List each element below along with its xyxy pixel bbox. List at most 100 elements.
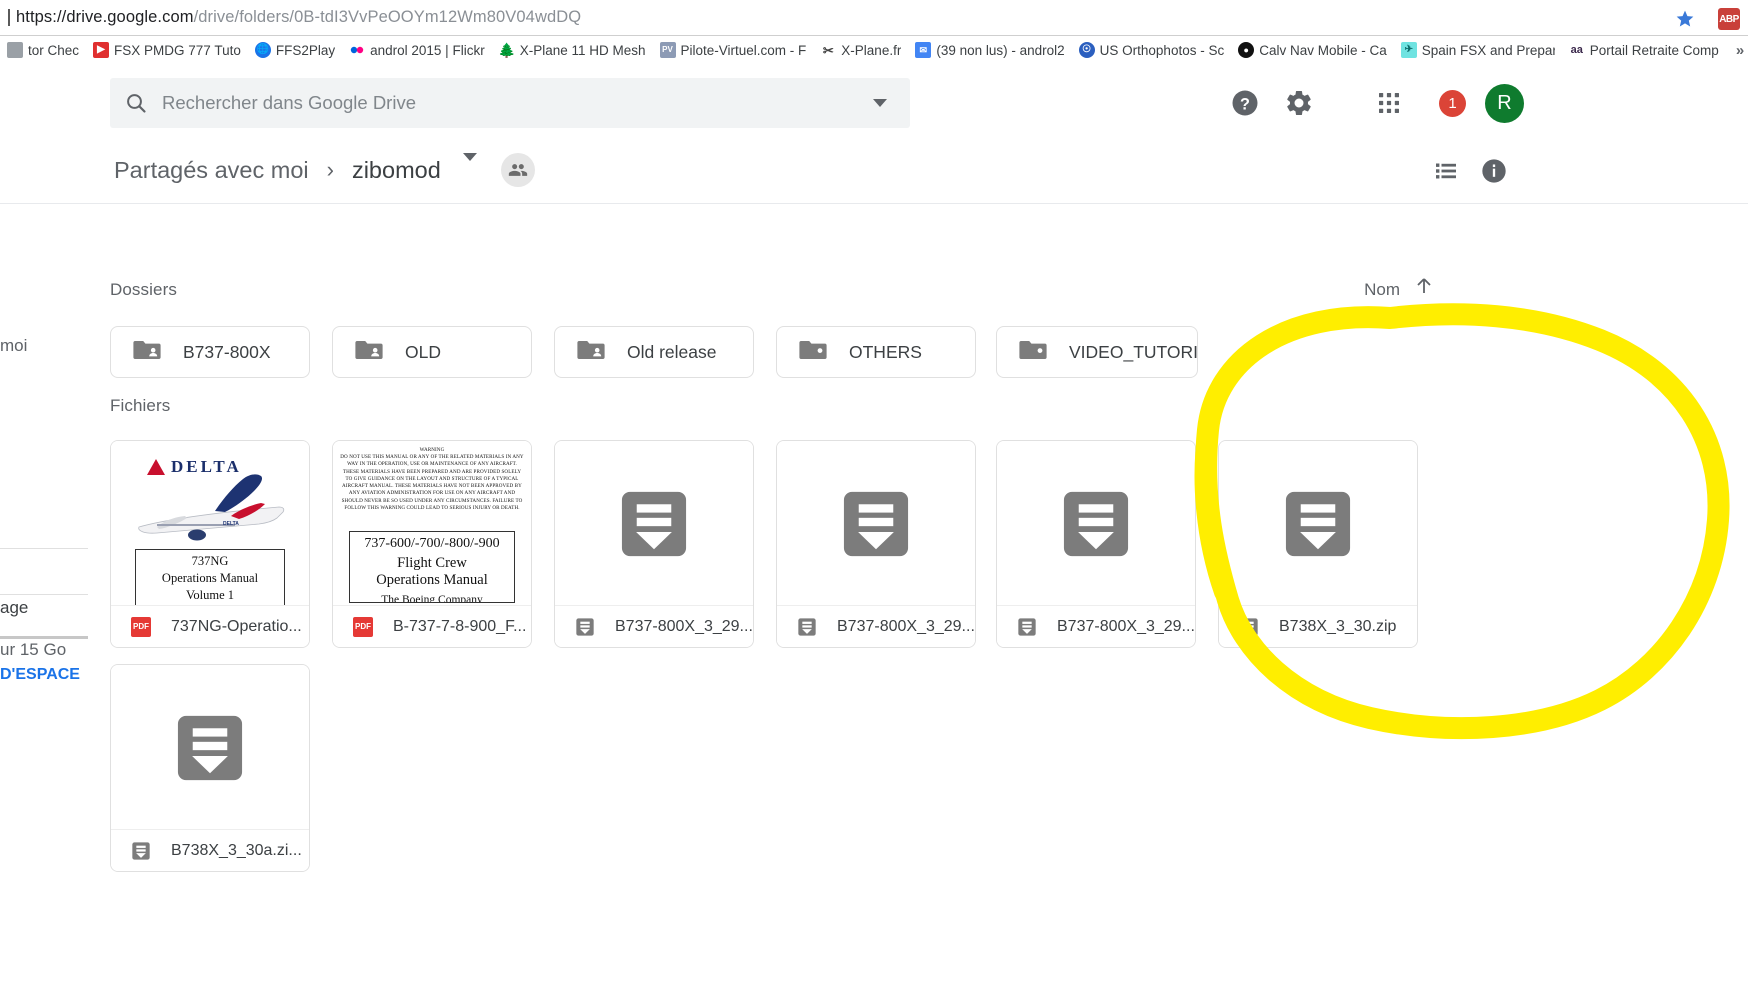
bookmark-star-icon[interactable] [1675, 9, 1695, 29]
delta-manual-cover-thumbnail: DELTA DELTA 737NG Operations Manual Volu… [111, 441, 309, 606]
shared-folder-icon [133, 338, 161, 367]
breadcrumb-item-zibomod[interactable]: zibomod [348, 153, 445, 188]
file-card-footer: B737-800X_3_29... [777, 605, 975, 647]
url-path: /drive/folders/0B-tdI3VvPeOOYm12Wm80V04w… [193, 8, 582, 26]
bookmark-item[interactable]: ✉ (39 non lus) - androl2 [908, 37, 1071, 63]
notification-count-badge[interactable]: 1 [1439, 90, 1466, 117]
cover-line: Flight Crew [397, 555, 467, 571]
google-apps-button[interactable] [1364, 78, 1414, 128]
delta-cover-textbox: 737NG Operations Manual Volume 1 Delta A… [135, 549, 285, 606]
bookmark-label: Spain FSX and Prepar [1421, 42, 1555, 58]
file-name: B737-800X_3_29... [615, 617, 753, 635]
file-thumbnail: WARNING DO NOT USE THIS MANUAL OR ANY OF… [333, 441, 531, 606]
cover-line: Volume 1 [185, 587, 235, 602]
file-thumbnail [777, 441, 975, 606]
archive-download-icon [1285, 491, 1351, 556]
file-name: B737-800X_3_29... [1057, 617, 1195, 635]
file-card[interactable]: WARNING DO NOT USE THIS MANUAL OR ANY OF… [332, 440, 532, 648]
archive-download-icon [1063, 491, 1129, 556]
file-thumbnail [997, 441, 1195, 606]
archive-download-icon [1240, 617, 1258, 636]
search-input[interactable] [162, 92, 850, 114]
bookmark-item[interactable]: ▶ FSX PMDG 777 Tuto [86, 37, 248, 63]
breadcrumb: Partagés avec moi › zibomod [110, 136, 535, 204]
folder-card[interactable]: Old release [554, 326, 754, 378]
file-card[interactable]: B737-800X_3_29... [554, 440, 754, 648]
archive-download-icon [798, 617, 816, 636]
mail-favicon-icon: ✉ [915, 42, 932, 58]
settings-button[interactable] [1274, 78, 1324, 128]
bookmark-item[interactable]: androl 2015 | Flickr [342, 37, 492, 63]
file-card[interactable]: DELTA DELTA 737NG Operations Manual Volu… [110, 440, 310, 648]
scissors-favicon-icon: ✂ [822, 42, 834, 58]
search-bar[interactable] [110, 78, 910, 128]
bookmark-item[interactable]: PV Pilote-Virtuel.com - F [653, 37, 814, 63]
file-thumbnail [1219, 441, 1417, 606]
cover-line: Operations Manual [376, 572, 488, 588]
drive-file-browser: Dossiers Nom B737-800X OLD Old release O… [0, 204, 1748, 997]
svg-text:?: ? [1240, 95, 1250, 113]
avatar[interactable]: R [1485, 84, 1524, 123]
google-drive-app: moi age ur 15 Go D'ESPACE ? [0, 64, 1748, 997]
file-thumbnail [555, 441, 753, 606]
arrow-up-icon[interactable] [1412, 274, 1436, 298]
help-button[interactable]: ? [1220, 78, 1270, 128]
cover-warning-text: WARNING DO NOT USE THIS MANUAL OR ANY OF… [340, 447, 524, 511]
folder-name: OLD [405, 341, 441, 362]
bookmark-label: Pilote-Virtuel.com - F [680, 42, 807, 58]
bookmark-item[interactable]: tor Chec [0, 37, 86, 63]
bookmark-item[interactable]: ✂ X-Plane.fr [813, 37, 908, 63]
details-info-button[interactable] [1476, 153, 1512, 189]
airplane-illustration-icon: DELTA [138, 474, 285, 541]
file-name: B738X_3_30a.zi... [171, 841, 302, 859]
folder-card[interactable]: OTHERS [776, 326, 976, 378]
file-name: B737-800X_3_29... [837, 617, 975, 635]
svg-text:DELTA: DELTA [223, 521, 239, 527]
drive-header: ? 1 R [0, 64, 1748, 136]
bookmark-item[interactable]: ✈ Spain FSX and Prepar [1394, 37, 1562, 63]
bookmark-label: (39 non lus) - androl2 [936, 42, 1065, 58]
folder-card[interactable]: OLD [332, 326, 532, 378]
cover-line: 737NG [191, 554, 229, 568]
file-thumbnail [111, 665, 309, 830]
file-card[interactable]: B738X_3_30a.zi... [110, 664, 310, 872]
orthophotos-favicon-icon: ☉ [1078, 42, 1095, 58]
file-card[interactable]: B737-800X_3_29... [776, 440, 976, 648]
breadcrumb-item-shared-with-me[interactable]: Partagés avec moi [110, 153, 313, 188]
sort-column-label[interactable]: Nom [1364, 280, 1400, 300]
bookmarks-overflow-button[interactable]: » [1726, 42, 1748, 59]
bookmark-item[interactable]: aa Portail Retraite Comp [1562, 37, 1726, 63]
file-card-footer: B737-800X_3_29... [555, 605, 753, 647]
folder-card[interactable]: VIDEO_TUTORIA... [996, 326, 1198, 378]
cover-line: Operations Manual [161, 570, 259, 585]
file-card[interactable]: B737-800X_3_29... [996, 440, 1196, 648]
adblock-extension-icon[interactable]: ABP [1718, 8, 1740, 30]
chevron-down-icon[interactable] [462, 153, 477, 179]
file-card[interactable]: B738X_3_30.zip [1218, 440, 1418, 648]
bookmark-label: Calv Nav Mobile - Ca [1259, 42, 1387, 58]
files-section-title: Fichiers [110, 396, 171, 415]
folder-card[interactable]: B737-800X [110, 326, 310, 378]
shared-folder-icon [799, 338, 827, 367]
list-view-toggle-button[interactable] [1428, 153, 1464, 189]
bookmark-label: FSX PMDG 777 Tuto [114, 42, 241, 58]
bookmark-item[interactable]: 🌲 X-Plane 11 HD Mesh [492, 37, 653, 63]
url-host: https://drive.google.com [16, 8, 194, 26]
bookmark-label: US Orthophotos - Sc [1099, 42, 1225, 58]
bookmark-item[interactable]: ● Calv Nav Mobile - Ca [1231, 37, 1394, 63]
flickr-favicon-icon [349, 42, 365, 58]
breadcrumb-separator-icon: › [326, 157, 334, 182]
bookmark-item[interactable]: 🌐 FFS2Play [248, 37, 342, 63]
globe-favicon-icon: 🌐 [254, 42, 271, 58]
folder-name: OTHERS [849, 341, 922, 362]
file-name: 737NG-Operatio... [171, 617, 302, 635]
browser-chrome: https://drive.google.com/drive/folders/0… [0, 0, 1748, 64]
chevron-down-icon[interactable] [850, 78, 910, 128]
pdf-icon: PDF [353, 616, 373, 637]
bookmark-label: androl 2015 | Flickr [370, 42, 485, 58]
shared-folder-icon [355, 338, 383, 367]
omnibox[interactable]: https://drive.google.com/drive/folders/0… [0, 0, 1748, 36]
url-text[interactable]: https://drive.google.com/drive/folders/0… [16, 8, 581, 27]
shared-folder-icon [577, 338, 605, 367]
bookmark-item[interactable]: ☉ US Orthophotos - Sc [1072, 37, 1232, 63]
